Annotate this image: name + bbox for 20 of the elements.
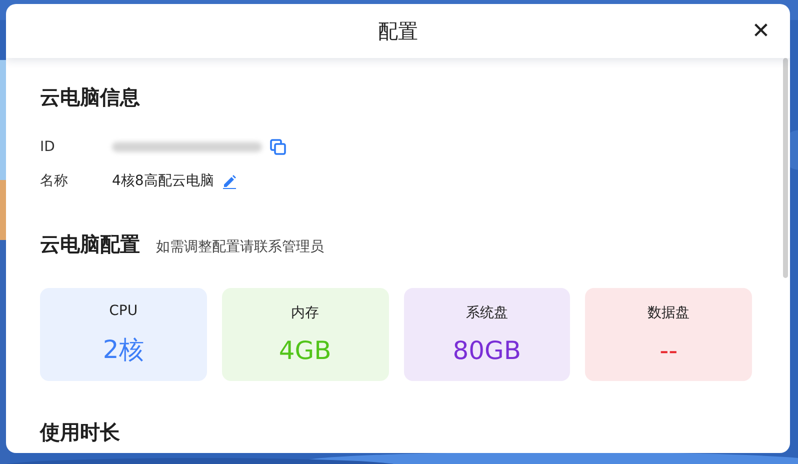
spec-value: -- bbox=[660, 336, 678, 365]
spec-value: 2核 bbox=[102, 334, 144, 366]
copy-icon[interactable] bbox=[270, 139, 286, 155]
section-title: 云电脑配置 bbox=[40, 231, 140, 258]
section-title: 云电脑信息 bbox=[40, 84, 141, 111]
spec-value: 80GB bbox=[452, 336, 522, 365]
spec-label: 内存 bbox=[291, 304, 320, 322]
field-label: ID bbox=[40, 139, 56, 155]
spec-label: 数据盘 bbox=[648, 304, 690, 322]
dialog-title: 配置 bbox=[378, 18, 418, 44]
field-label: 名称 bbox=[40, 172, 69, 190]
section-title: 使用时长 bbox=[40, 419, 121, 446]
spec-label: CPU bbox=[109, 303, 138, 319]
spec-value: 4GB bbox=[278, 336, 332, 365]
scrollbar-thumb[interactable] bbox=[783, 58, 788, 278]
pencil-icon[interactable] bbox=[222, 174, 237, 188]
spec-label: 系统盘 bbox=[466, 304, 508, 322]
field-value: 4核8高配云电脑 bbox=[112, 172, 214, 190]
section-hint: 如需调整配置请联系管理员 bbox=[156, 238, 324, 256]
close-button[interactable]: ✕ bbox=[746, 16, 776, 46]
